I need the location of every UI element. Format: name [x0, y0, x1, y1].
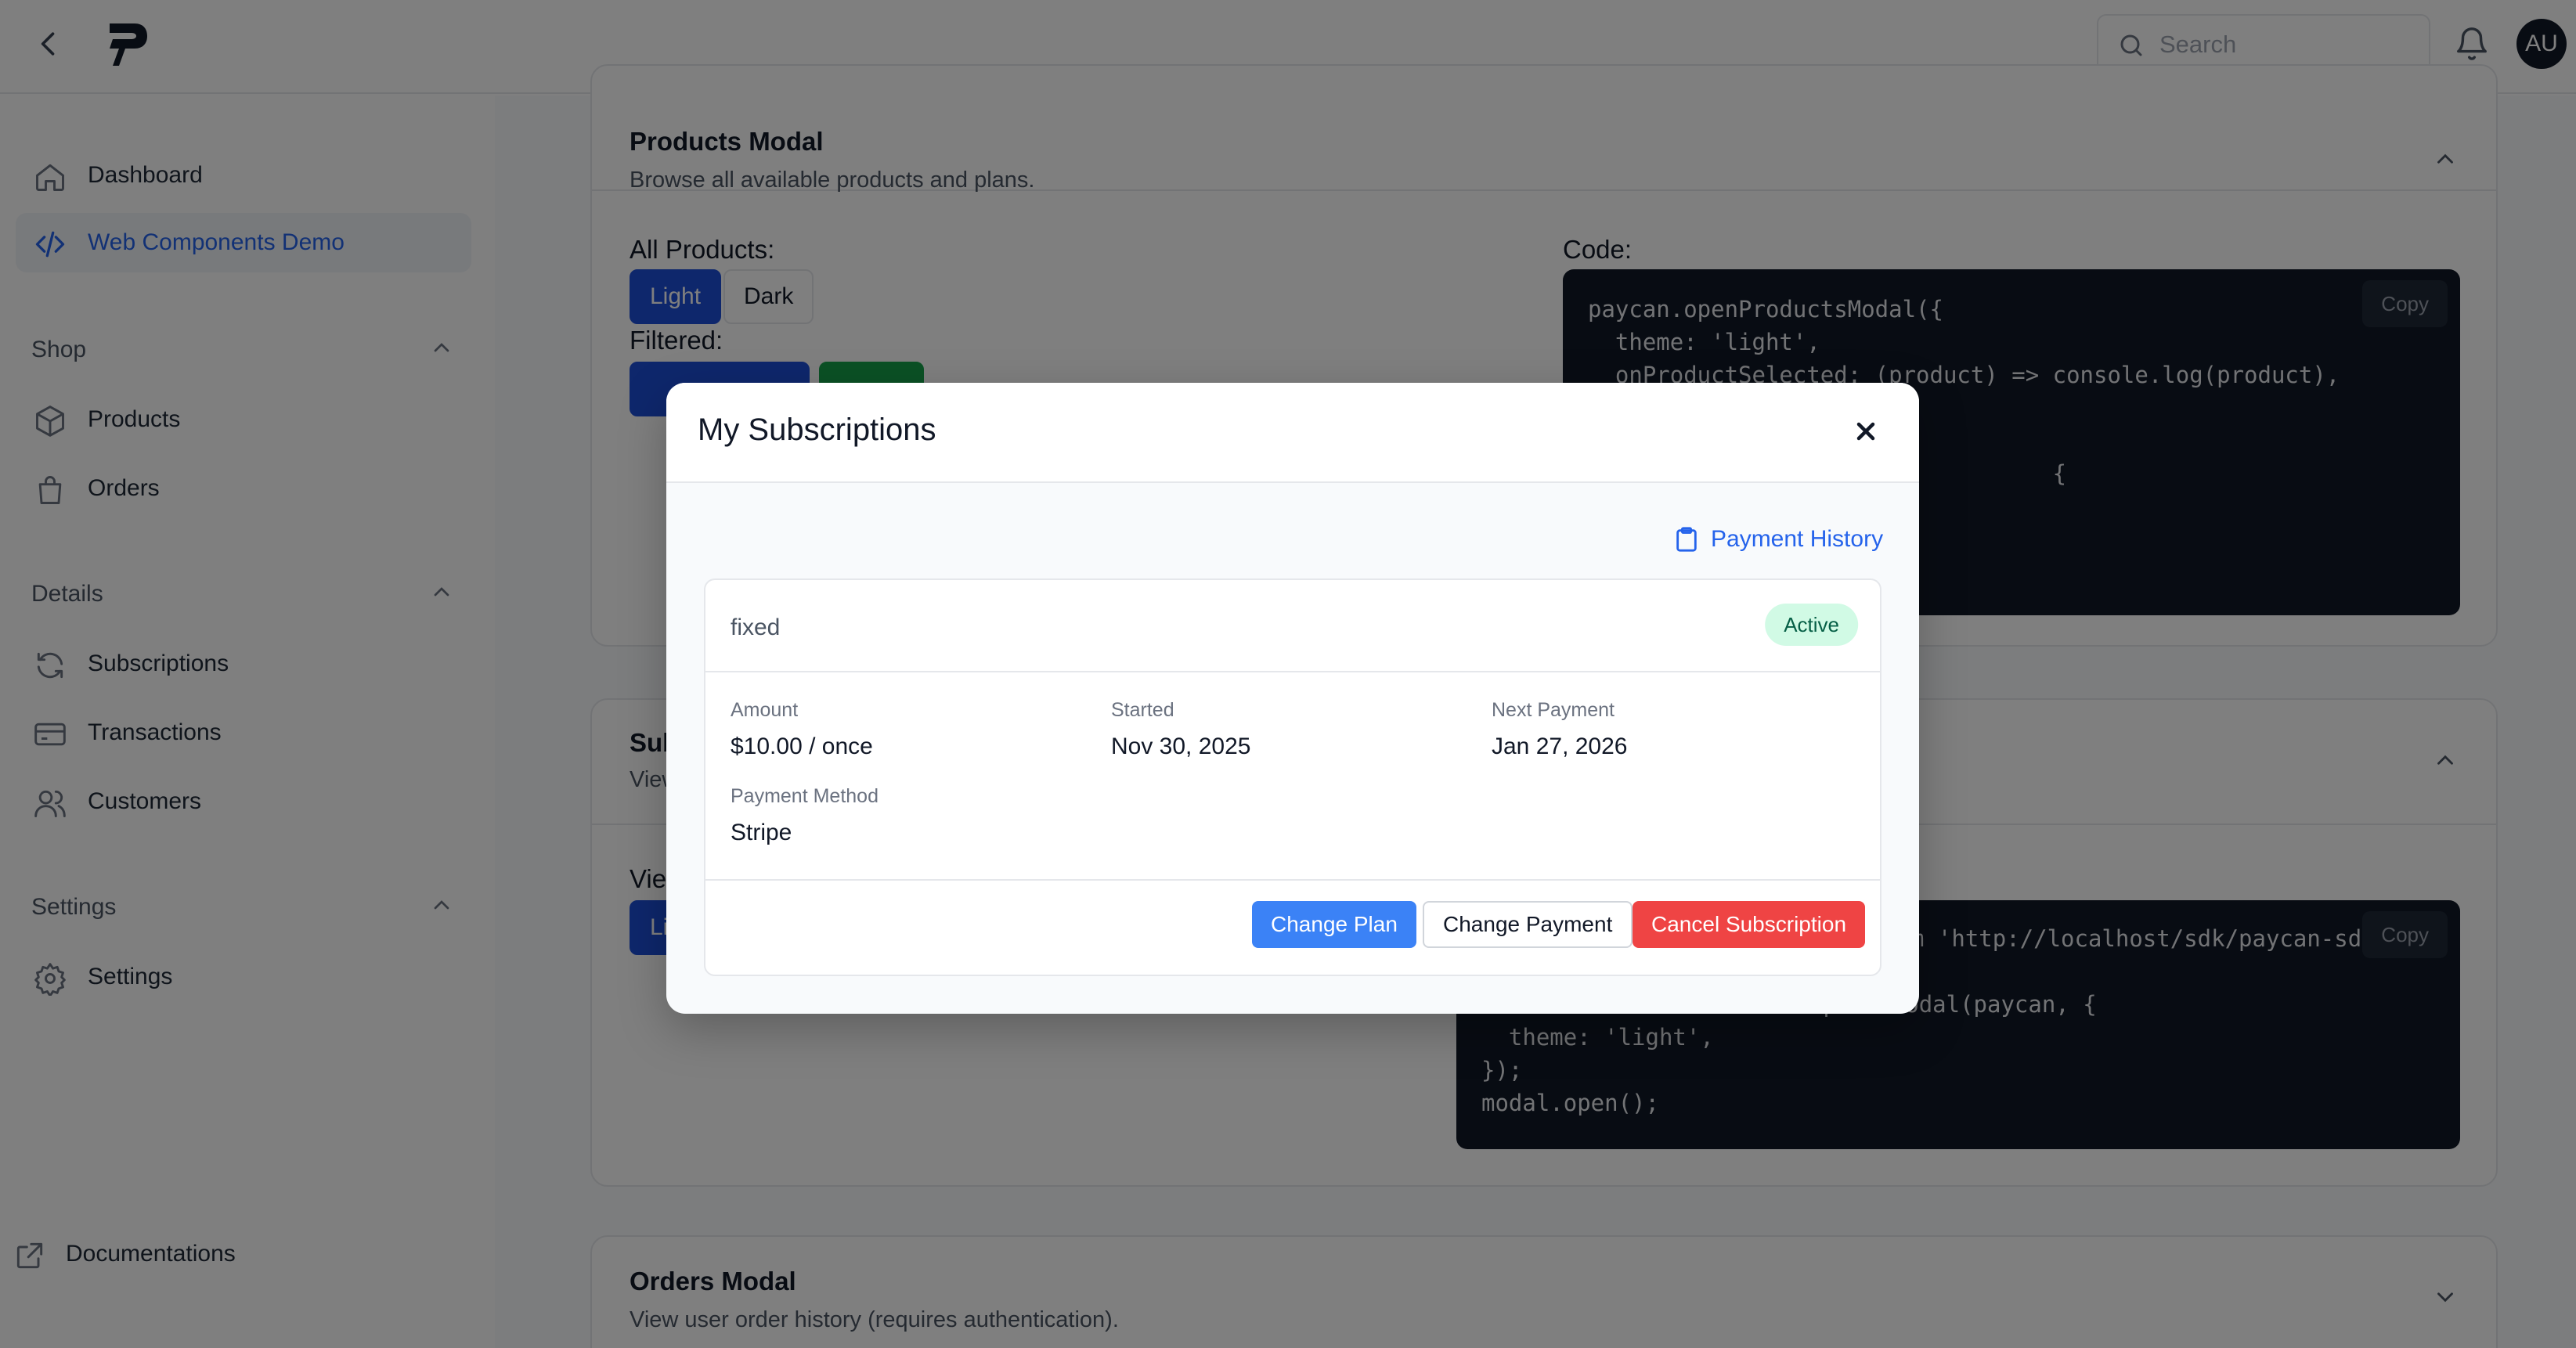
subscription-card: fixed Active Amount $10.00 / once Starte… [704, 578, 1881, 976]
my-subscriptions-modal: My Subscriptions Payment History fixed A… [666, 383, 1919, 1014]
amount-value: $10.00 / once [731, 733, 873, 759]
cancel-subscription-button[interactable]: Cancel Subscription [1633, 901, 1866, 948]
clipboard-icon [1676, 527, 1697, 552]
modal-header: My Subscriptions [666, 383, 1919, 483]
next-payment-label: Next Payment [1492, 699, 1615, 721]
payment-method-label: Payment Method [731, 785, 879, 807]
modal-title: My Subscriptions [698, 413, 936, 447]
started-label: Started [1111, 699, 1174, 721]
amount-label: Amount [731, 699, 799, 721]
next-payment-value: Jan 27, 2026 [1492, 733, 1628, 759]
status-badge: Active [1765, 604, 1858, 646]
started-value: Nov 30, 2025 [1111, 733, 1251, 759]
payment-method-value: Stripe [731, 820, 792, 845]
divider [705, 879, 1880, 881]
subscription-name: fixed [731, 615, 781, 640]
divider [705, 671, 1880, 672]
close-icon[interactable] [1852, 417, 1880, 445]
payment-history-link[interactable]: Payment History [1675, 522, 1883, 557]
payment-history-label: Payment History [1711, 526, 1884, 552]
change-plan-button[interactable]: Change Plan [1252, 901, 1416, 948]
change-payment-button[interactable]: Change Payment [1423, 901, 1633, 948]
